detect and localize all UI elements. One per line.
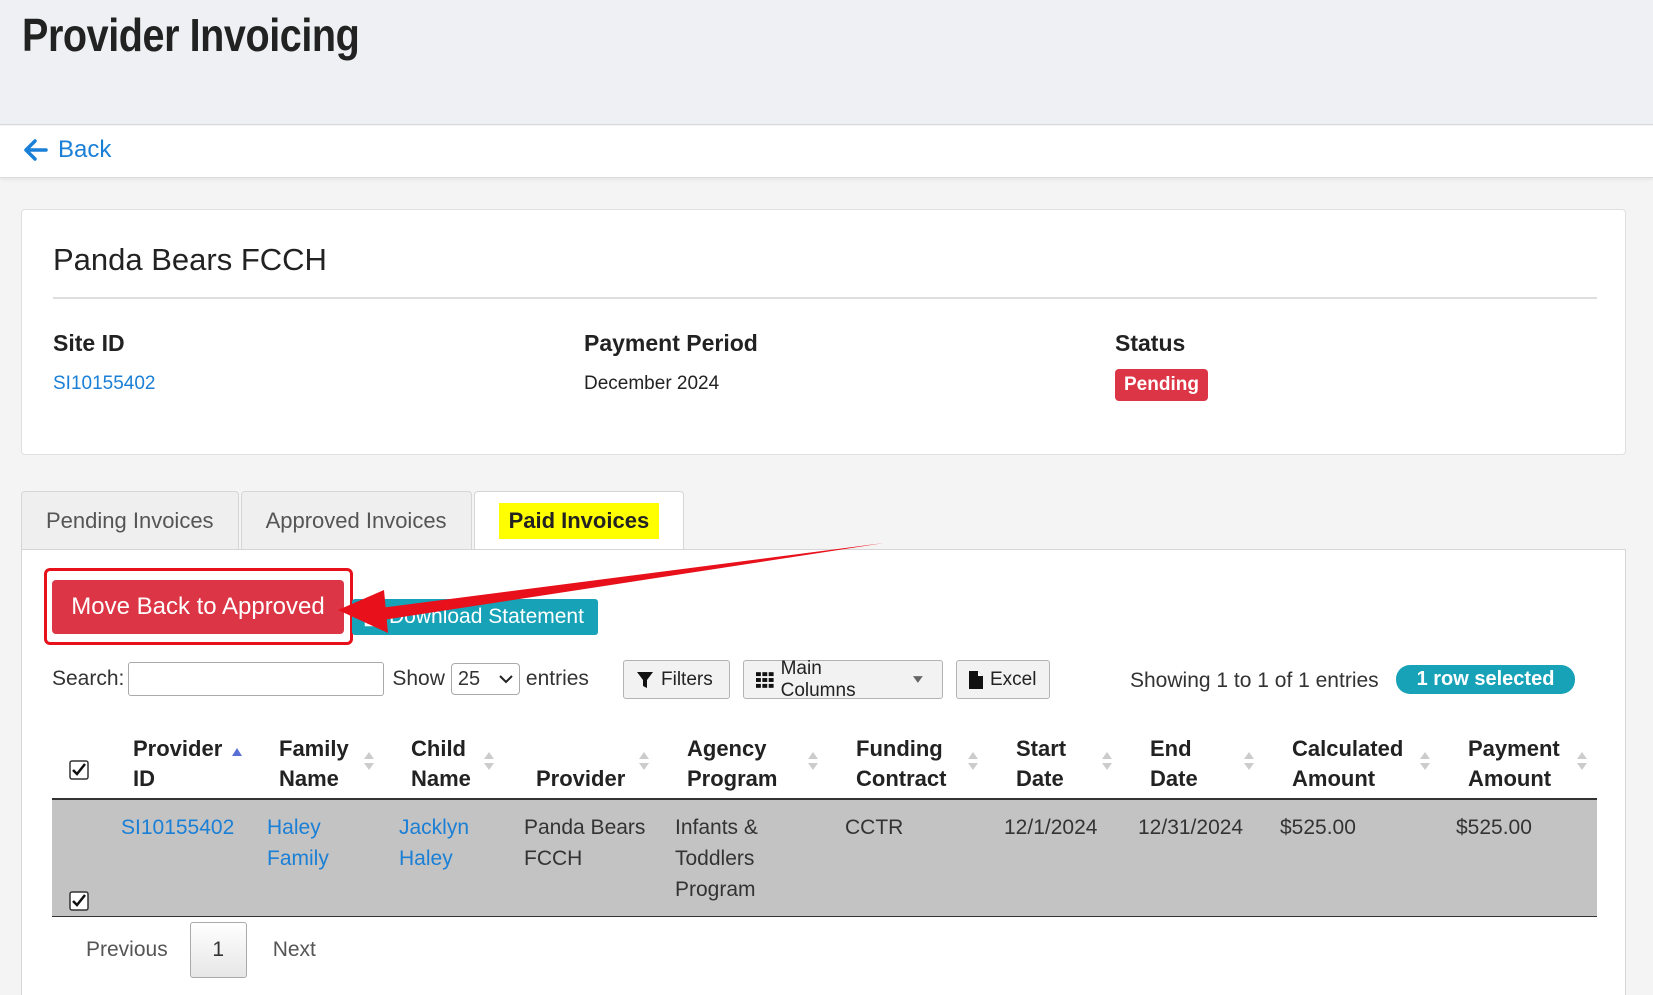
funding-contract-cell: CCTR <box>845 816 904 839</box>
showing-entries-text: Showing 1 to 1 of 1 entries <box>1130 669 1379 692</box>
payment-period-field: Payment Period December 2024 <box>584 330 758 395</box>
sort-icon <box>1102 752 1112 770</box>
tab-label: Paid Invoices <box>498 503 660 539</box>
sort-icon <box>364 752 374 770</box>
pagination: Previous 1 Next <box>52 922 316 978</box>
sort-icon <box>1577 752 1587 770</box>
show-label: Show <box>392 667 445 690</box>
divider <box>53 297 1597 299</box>
site-id-field: Site ID SI10155402 <box>53 330 156 395</box>
arrow-left-icon <box>24 139 48 161</box>
payment-period-value: December 2024 <box>584 373 720 394</box>
sort-icon <box>808 752 818 770</box>
sort-icon <box>1244 752 1254 770</box>
select-all-checkbox[interactable] <box>69 760 89 780</box>
site-id-link[interactable]: SI10155402 <box>53 373 156 395</box>
payment-period-label: Payment Period <box>584 330 758 356</box>
download-statement-button[interactable]: Download Statement <box>352 599 598 635</box>
chevron-down-icon <box>499 675 513 684</box>
row-checkbox[interactable] <box>69 891 89 911</box>
provider-id-link[interactable]: SI10155402 <box>121 812 234 843</box>
provider-name: Panda Bears FCCH <box>53 242 327 277</box>
status-field: Status Pending <box>1115 330 1208 401</box>
page-1-button[interactable]: 1 <box>189 922 247 978</box>
tab-paid-invoices[interactable]: Paid Invoices <box>473 491 685 550</box>
status-badge: Pending <box>1115 369 1208 401</box>
end-date-cell: 12/31/2024 <box>1138 816 1244 839</box>
main-columns-button[interactable]: Main Columns <box>743 657 943 701</box>
filter-icon <box>637 671 653 688</box>
page-title: Provider Invoicing <box>22 9 360 61</box>
agency-program-cell: Infants & Toddlers Program <box>675 816 758 901</box>
download-icon <box>364 609 384 627</box>
sort-icon <box>484 752 494 770</box>
previous-page-button[interactable]: Previous <box>52 938 190 962</box>
column-header-agency-program[interactable]: Agency Program <box>687 722 777 800</box>
column-header-provider-id[interactable]: Provider ID <box>133 722 222 800</box>
page-size-value: 25 <box>457 667 481 690</box>
download-label: Download Statement <box>389 605 584 628</box>
file-icon <box>969 670 983 689</box>
filters-label: Filters <box>661 668 713 690</box>
table-row[interactable]: SI10155402 Haley Family Jacklyn Haley Pand… <box>52 800 1597 917</box>
sort-asc-icon <box>232 748 242 756</box>
column-header-start-date[interactable]: Start Date <box>1016 722 1066 800</box>
table-header: Provider ID Family Name Child Name Provider… <box>52 722 1597 800</box>
status-label: Status <box>1115 330 1186 356</box>
excel-export-button[interactable]: Excel <box>956 660 1050 699</box>
calculated-amount-cell: $525.00 <box>1280 816 1356 839</box>
highlight-annotation <box>44 568 353 645</box>
search-input[interactable] <box>128 662 385 696</box>
rows-selected-badge: 1 row selected <box>1396 665 1575 694</box>
search-label: Search: <box>52 667 125 690</box>
table-search-row: Search: Show 25 entries <box>52 661 589 697</box>
page-size-select[interactable]: 25 <box>450 663 520 695</box>
family-name-link[interactable]: Haley Family <box>267 812 329 874</box>
tab-label: Approved Invoices <box>265 507 447 533</box>
invoices-table: Provider ID Family Name Child Name Provider… <box>52 722 1597 917</box>
back-label: Back <box>58 136 112 163</box>
next-page-button[interactable]: Next <box>247 938 316 962</box>
column-header-calculated-amount[interactable]: Calculated Amount <box>1292 722 1403 800</box>
tab-pending-invoices[interactable]: Pending Invoices <box>21 491 239 549</box>
entries-label: entries <box>525 667 589 690</box>
child-name-link[interactable]: Jacklyn Haley <box>399 812 469 874</box>
column-header-end-date[interactable]: End Date <box>1150 722 1198 800</box>
filters-button[interactable]: Filters <box>623 660 730 699</box>
column-header-family-name[interactable]: Family Name <box>279 722 349 800</box>
caret-down-icon <box>913 675 923 683</box>
back-bar: Back <box>0 126 1653 178</box>
page-header: Provider Invoicing <box>0 0 1653 125</box>
site-id-label: Site ID <box>53 330 125 356</box>
sort-icon <box>639 752 649 770</box>
back-link[interactable]: Back <box>24 136 111 164</box>
provider-info-card: Panda Bears FCCH Site ID SI10155402 Paym… <box>21 209 1626 455</box>
invoice-tabs: Pending Invoices Approved Invoices Paid … <box>21 491 686 550</box>
tab-approved-invoices[interactable]: Approved Invoices <box>240 491 472 549</box>
columns-label: Main Columns <box>780 657 856 701</box>
sort-icon <box>1420 752 1430 770</box>
excel-label: Excel <box>990 668 1037 690</box>
payment-amount-cell: $525.00 <box>1456 816 1532 839</box>
column-header-funding-contract[interactable]: Funding Contract <box>856 722 946 800</box>
provider-cell: Panda Bears FCCH <box>524 816 646 870</box>
start-date-cell: 12/1/2024 <box>1004 816 1098 839</box>
tab-label: Pending Invoices <box>46 507 214 533</box>
column-header-provider[interactable]: Provider <box>536 722 625 800</box>
column-header-child-name[interactable]: Child Name <box>411 722 471 800</box>
grid-icon <box>756 671 774 688</box>
column-header-payment-amount[interactable]: Payment Amount <box>1468 722 1560 800</box>
sort-icon <box>968 752 978 770</box>
